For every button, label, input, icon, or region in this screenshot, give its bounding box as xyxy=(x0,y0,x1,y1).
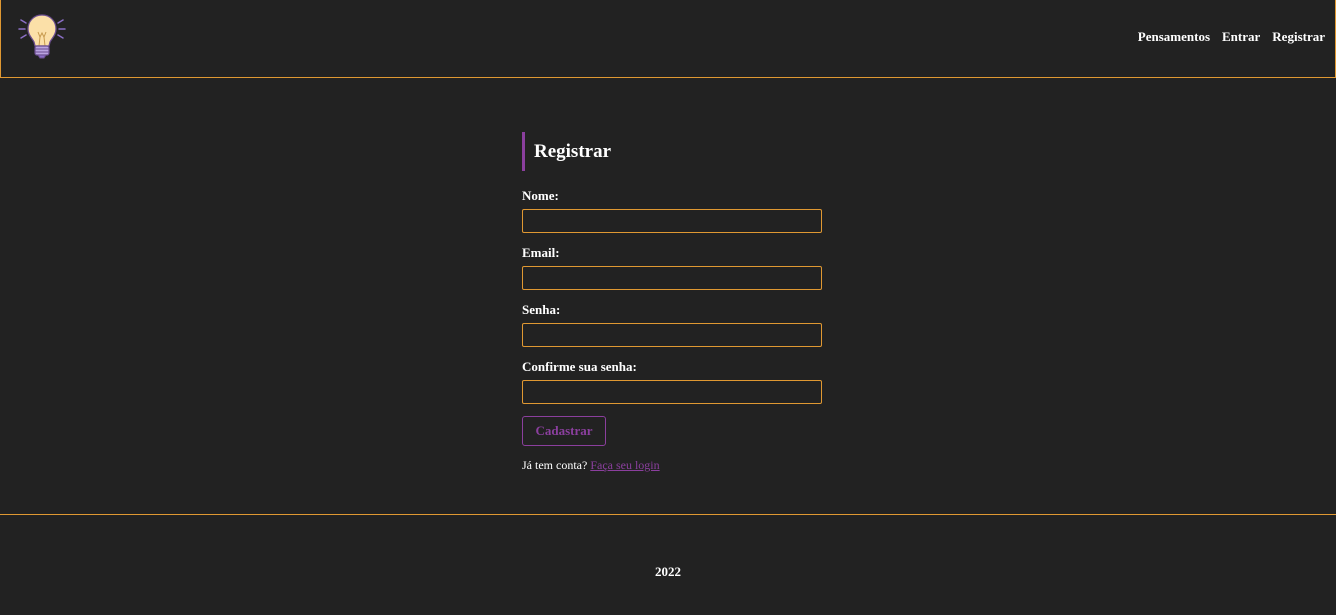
footer-year: 2022 xyxy=(655,564,681,579)
nav-link-entrar[interactable]: Entrar xyxy=(1222,29,1260,45)
login-link[interactable]: Faça seu login xyxy=(590,458,659,472)
lightbulb-icon[interactable] xyxy=(17,12,67,60)
name-field[interactable] xyxy=(522,209,822,233)
page-title: Registrar xyxy=(522,132,822,171)
navbar: Pensamentos Entrar Registrar xyxy=(0,0,1336,78)
login-prompt-line: Já tem conta? Faça seu login xyxy=(522,457,822,473)
login-prompt-text: Já tem conta? xyxy=(522,458,588,472)
nav-links: Pensamentos Entrar Registrar xyxy=(1138,29,1325,45)
footer: 2022 xyxy=(0,514,1336,615)
email-field[interactable] xyxy=(522,266,822,290)
password-field[interactable] xyxy=(522,323,822,347)
register-button[interactable]: Cadastrar xyxy=(522,416,606,446)
confirm-password-field[interactable] xyxy=(522,380,822,404)
nav-link-registrar[interactable]: Registrar xyxy=(1272,29,1325,45)
nav-link-pensamentos[interactable]: Pensamentos xyxy=(1138,29,1210,45)
name-label: Nome: xyxy=(522,188,559,203)
register-form: Registrar Nome: Email: Senha: Confirme s… xyxy=(522,132,822,473)
email-label: Email: xyxy=(522,245,560,260)
password-label: Senha: xyxy=(522,302,561,317)
confirm-password-label: Confirme sua senha: xyxy=(522,359,637,374)
